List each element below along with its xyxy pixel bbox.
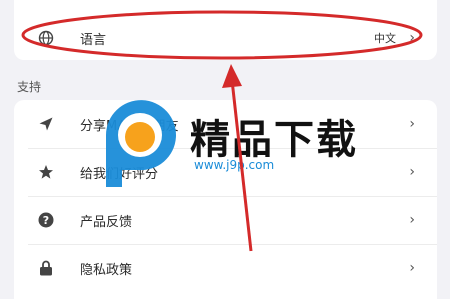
- section-title-support: 支持: [17, 80, 42, 94]
- language-value: 中文: [374, 32, 396, 45]
- svg-text:?: ?: [43, 214, 49, 227]
- lock-icon: [38, 260, 54, 276]
- chevron-right-icon: ›: [409, 260, 415, 276]
- question-icon: ?: [38, 212, 54, 228]
- support-item-label: 分享MAIN到朋友: [80, 118, 179, 134]
- chevron-right-icon: ›: [409, 116, 415, 132]
- share-icon: [38, 116, 54, 132]
- settings-card-support: 分享MAIN到朋友 › 给我们好评分 › ? 产品反馈 › 隐私政策 ›: [14, 100, 437, 299]
- globe-icon: [38, 30, 54, 46]
- chevron-right-icon: ›: [409, 30, 415, 46]
- star-icon: [38, 164, 54, 180]
- support-item-privacy[interactable]: 隐私政策 ›: [14, 244, 437, 292]
- language-label: 语言: [80, 32, 107, 48]
- support-item-feedback[interactable]: ? 产品反馈 ›: [14, 196, 437, 244]
- support-item-label: 产品反馈: [80, 214, 133, 230]
- language-row[interactable]: 语言 中文 ›: [14, 14, 437, 62]
- chevron-right-icon: ›: [409, 212, 415, 228]
- support-item-share[interactable]: 分享MAIN到朋友 ›: [14, 100, 437, 148]
- support-item-label: 给我们好评分: [80, 166, 159, 182]
- support-item-label: 隐私政策: [80, 262, 133, 278]
- settings-card-general: 语言 中文 ›: [14, 0, 437, 60]
- chevron-right-icon: ›: [409, 164, 415, 180]
- support-item-rate[interactable]: 给我们好评分 ›: [14, 148, 437, 196]
- annotation-arrow-head: [222, 64, 242, 88]
